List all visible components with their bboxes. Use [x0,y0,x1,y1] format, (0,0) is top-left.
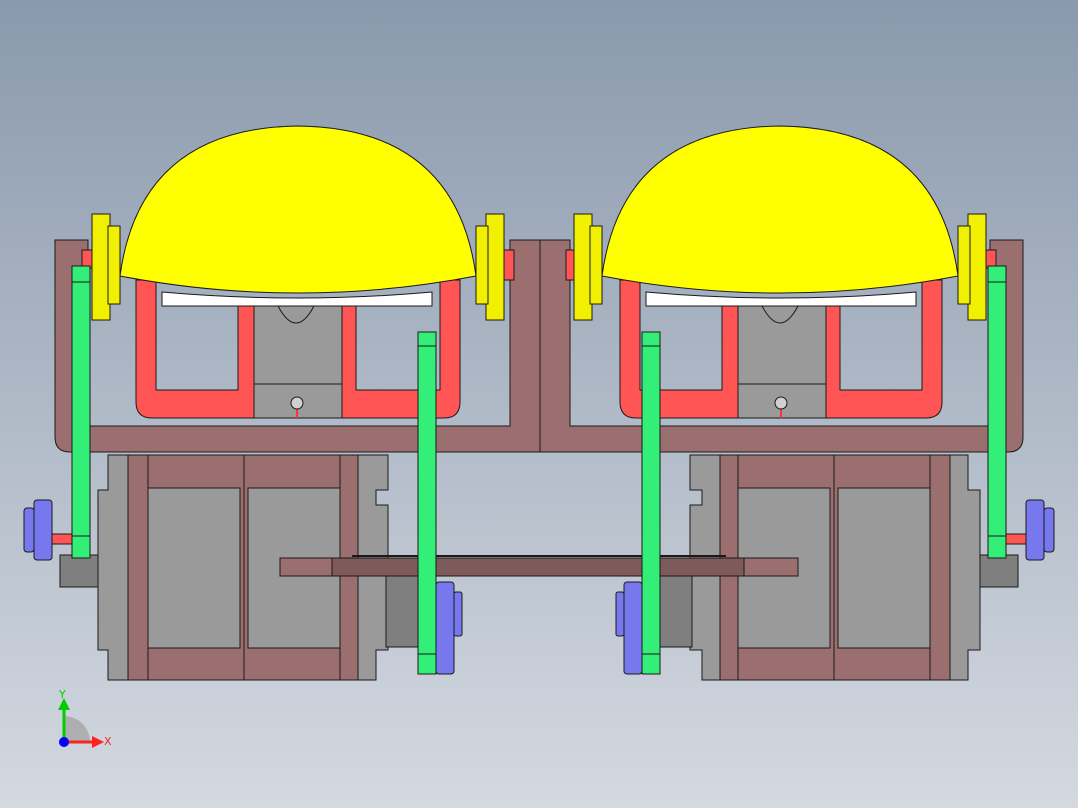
dome-right-flange-left [573,213,593,321]
cad-viewport[interactable]: Y X [0,0,1078,808]
motor-left-window-a [147,487,241,649]
servo-left [253,299,343,419]
knob-right-cap [1043,507,1055,553]
dome-left-flange-left-inner [107,225,121,305]
link-rod-outer-left [71,265,91,559]
servo-right [737,299,827,419]
triad-x-label: X [104,735,112,748]
dome-left-flange-right [485,213,505,321]
dome-left-flange-right-inner [475,225,489,305]
link-rod-outer-right [987,265,1007,559]
link-rod-inner-right [641,331,661,675]
servo-right-screw [774,396,788,410]
knob-center-right-cap [615,591,625,637]
knob-center-right-body [623,581,643,675]
dome-right-flange-right [967,213,987,321]
dome-right-flange-left-inner [589,225,603,305]
link-rod-inner-left [417,331,437,675]
motor-left-end-cap [59,554,101,588]
knob-right-body [1025,499,1045,561]
motor-right-end-cap [977,554,1019,588]
knob-right-stem [1003,533,1029,545]
triad-y-label: Y [58,688,66,701]
knob-center-left-cap [453,591,463,637]
knob-center-left-body [435,581,455,675]
knob-left-stem [49,533,75,545]
cross-bar-inner [331,557,745,577]
motor-right-window-b [837,487,931,649]
dome-right-flange-right-inner [957,225,971,305]
knob-left-cap [23,507,35,553]
knob-left-body [33,499,53,561]
triad-z-axis-dot [59,737,69,747]
servo-left-screw [290,396,304,410]
dome-left-flange-left [91,213,111,321]
